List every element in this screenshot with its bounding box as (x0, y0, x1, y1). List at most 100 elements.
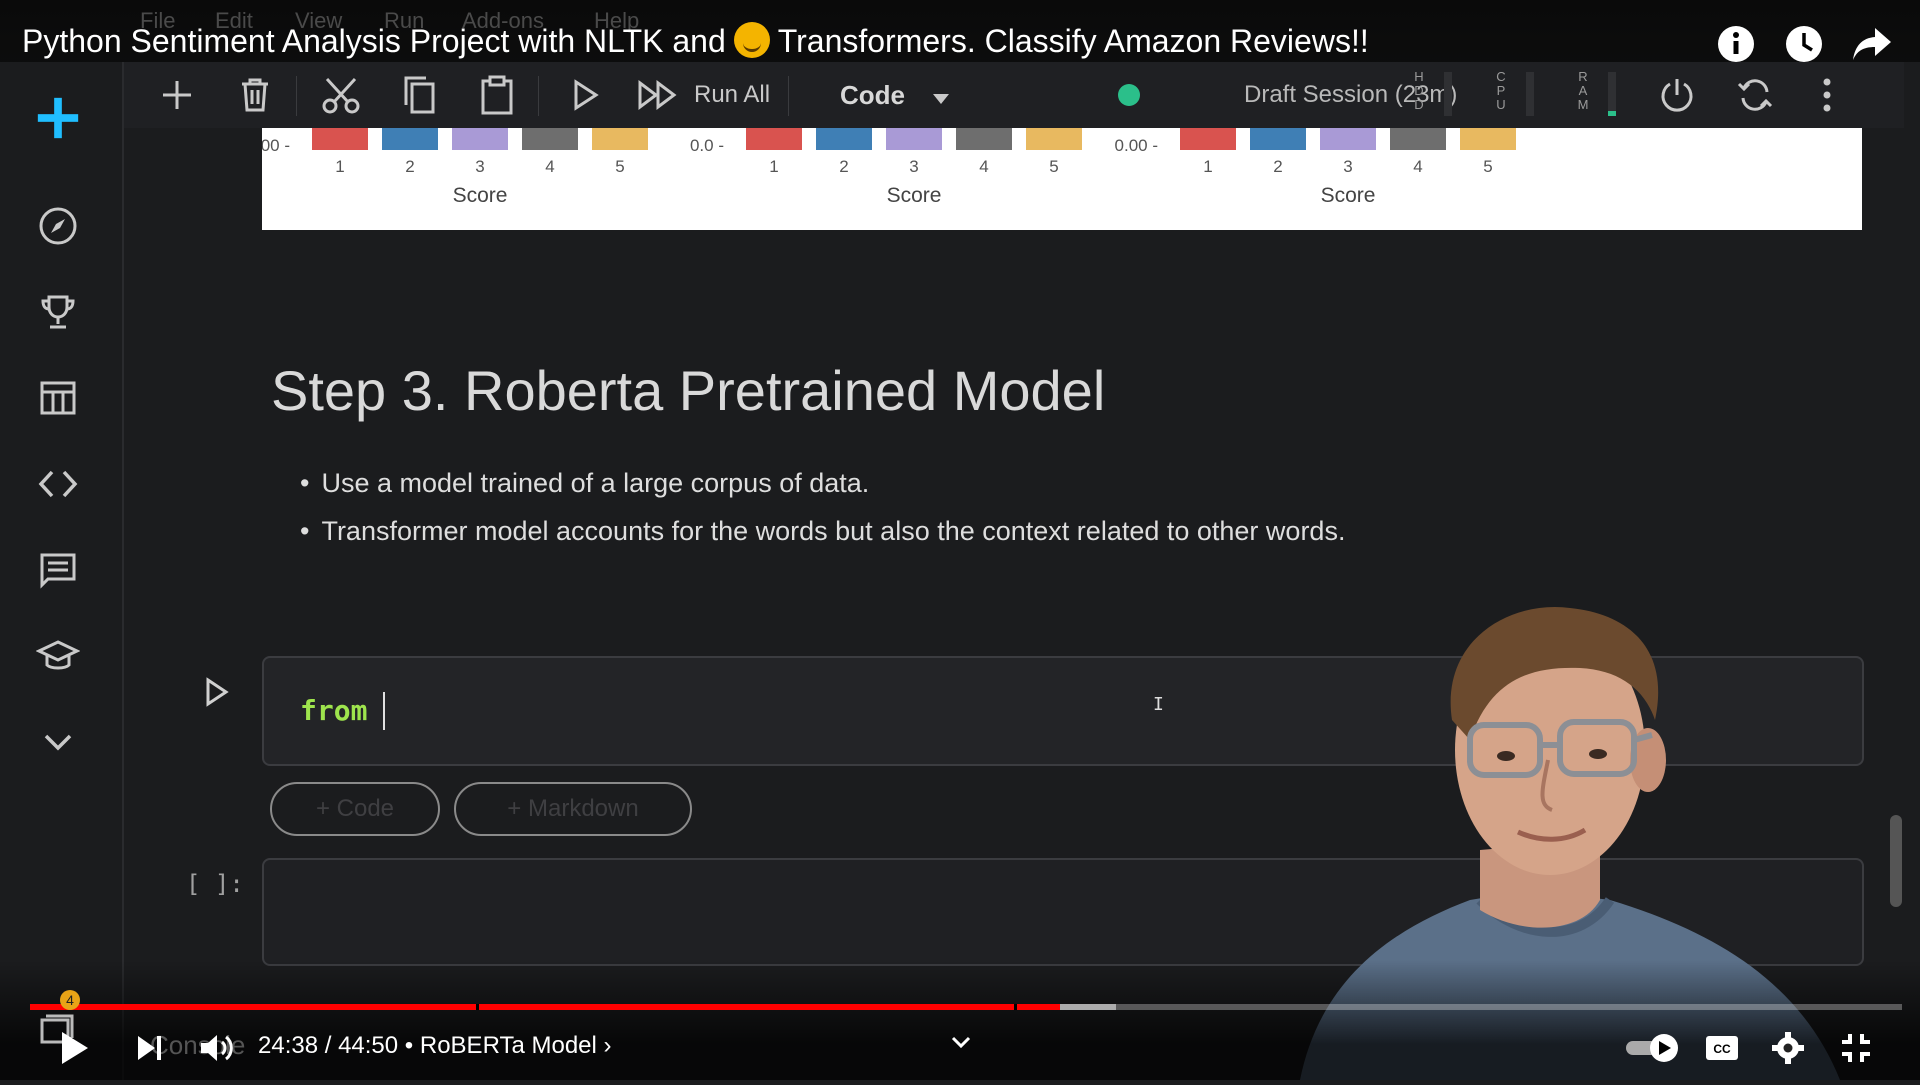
create-plus-icon[interactable] (34, 94, 82, 142)
svg-text:CC: CC (1713, 1042, 1731, 1056)
restart-refresh-icon[interactable] (1732, 72, 1778, 118)
share-arrow-icon[interactable] (1850, 22, 1894, 66)
closed-captions-icon[interactable]: CC (1702, 1032, 1742, 1064)
bar-score-5 (592, 128, 648, 150)
bullet-item: Transformer model accounts for the words… (300, 516, 1345, 547)
play-icon[interactable] (52, 1026, 96, 1070)
chapter-marker (1014, 1004, 1017, 1010)
y-tick-label: 0.00 - (262, 136, 290, 155)
compass-icon[interactable] (34, 202, 82, 250)
x-tick-label: 2 (1273, 157, 1282, 176)
toolbar-divider (538, 76, 539, 116)
notification-badge: 4 (60, 990, 80, 1010)
cpu-meter[interactable]: C P U (1494, 70, 1508, 112)
markdown-heading: Step 3. Roberta Pretrained Model (271, 359, 1106, 422)
time-and-chapter[interactable]: 24:38 / 44:50 • RoBERTa Model › (258, 1032, 612, 1060)
run-cell-play-icon[interactable] (562, 72, 608, 118)
table-icon[interactable] (34, 374, 82, 422)
caret-down-icon (933, 80, 949, 111)
bar-score-2 (382, 128, 438, 150)
hdd-meter-bar (1444, 72, 1452, 116)
bar-score-3 (452, 128, 508, 150)
autoplay-toggle-icon[interactable] (1624, 1032, 1682, 1064)
x-tick-label: 5 (1049, 157, 1058, 176)
bar-score-1 (746, 128, 802, 150)
code-brackets-icon[interactable] (34, 460, 82, 508)
bar-score-1 (312, 128, 368, 150)
chapter-title[interactable]: • RoBERTa Model › (405, 1032, 612, 1059)
bar-score-5 (1460, 128, 1516, 150)
x-tick-label: 3 (475, 157, 484, 176)
x-tick-label: 4 (545, 157, 554, 176)
paste-clipboard-icon[interactable] (474, 72, 520, 118)
run-all-button[interactable]: Run All (694, 72, 770, 118)
bar-score-4 (1390, 128, 1446, 150)
x-axis-label: Score (887, 184, 942, 207)
exit-fullscreen-icon[interactable] (1836, 1030, 1876, 1066)
x-tick-label: 1 (335, 157, 344, 176)
x-tick-label: 5 (615, 157, 624, 176)
expand-chevron-down-icon[interactable] (946, 1030, 976, 1054)
ram-label-3: M (1577, 97, 1589, 112)
run-all-fast-forward-icon[interactable] (632, 72, 684, 118)
bar-score-1 (1180, 128, 1236, 150)
notebook-toolbar: Run All Code Draft Session (23m) H D D C… (124, 62, 1904, 128)
x-tick-label: 4 (979, 157, 988, 176)
x-tick-label: 2 (839, 157, 848, 176)
text-cursor (383, 692, 385, 730)
next-video-icon[interactable] (130, 1028, 170, 1068)
video-title[interactable]: Python Sentiment Analysis Project with N… (22, 22, 1369, 60)
progress-bar-played[interactable] (30, 1004, 1060, 1010)
learn-cap-icon[interactable] (34, 632, 82, 680)
bar-score-5 (1026, 128, 1082, 150)
hdd-label-2: D (1414, 83, 1424, 98)
x-axis-label: Score (1321, 184, 1376, 207)
cell-type-select[interactable]: Code (840, 72, 949, 118)
x-tick-label: 2 (405, 157, 414, 176)
toolbar-divider (296, 76, 297, 116)
bar-score-2 (1250, 128, 1306, 150)
add-code-cell-button[interactable]: + Code (270, 782, 440, 836)
code-keyword-from: from (300, 694, 368, 727)
chart-output-strip: 0.00 - 1 2 3 4 5 Score 0.0 - 1 2 3 4 5 Score 0.00 - 1 2 3… (247, 128, 1862, 230)
add-cell-plus-icon[interactable] (154, 72, 200, 118)
hdd-label-3: D (1414, 97, 1424, 112)
chapter-marker (476, 1004, 479, 1010)
power-icon[interactable] (1654, 72, 1700, 118)
bar-score-3 (1320, 128, 1376, 150)
left-sidebar (0, 62, 124, 1080)
bar-score-4 (522, 128, 578, 150)
ram-meter[interactable]: R A M (1576, 70, 1590, 112)
chevron-down-icon[interactable] (34, 718, 82, 766)
x-tick-label: 4 (1413, 157, 1422, 176)
cut-scissors-icon[interactable] (316, 72, 366, 118)
y-tick-label: 0.00 - (1115, 136, 1158, 155)
bar-score-3 (886, 128, 942, 150)
watch-later-clock-icon[interactable] (1782, 22, 1826, 66)
video-title-part1: Python Sentiment Analysis Project with N… (22, 23, 726, 59)
cell-type-value: Code (840, 79, 905, 110)
ram-meter-bar (1608, 72, 1616, 116)
more-vertical-icon[interactable] (1810, 72, 1844, 118)
x-tick-label: 5 (1483, 157, 1492, 176)
cell-execution-prompt: [ ]: (186, 870, 244, 898)
y-tick-label: 0.0 - (690, 136, 724, 155)
bullet-item: Use a model trained of a large corpus of… (300, 468, 1345, 499)
settings-gear-icon[interactable] (1768, 1030, 1808, 1066)
discussion-icon[interactable] (34, 546, 82, 594)
markdown-bullet-list: Use a model trained of a large corpus of… (300, 468, 1345, 564)
hdd-meter[interactable]: H D D (1412, 70, 1426, 112)
info-icon[interactable] (1714, 22, 1758, 66)
ram-label-2: A (1578, 83, 1588, 98)
cell-run-play-icon[interactable] (200, 672, 234, 712)
delete-trash-icon[interactable] (232, 72, 278, 118)
volume-icon[interactable] (196, 1028, 236, 1068)
x-tick-label: 3 (909, 157, 918, 176)
hugging-face-emoji-icon (733, 22, 770, 58)
trophy-icon[interactable] (34, 288, 82, 336)
copy-icon[interactable] (396, 72, 442, 118)
hdd-label-1: H (1414, 69, 1424, 84)
ram-label-1: R (1578, 69, 1588, 84)
add-markdown-cell-button[interactable]: + Markdown (454, 782, 692, 836)
cpu-label-1: C (1496, 69, 1506, 84)
